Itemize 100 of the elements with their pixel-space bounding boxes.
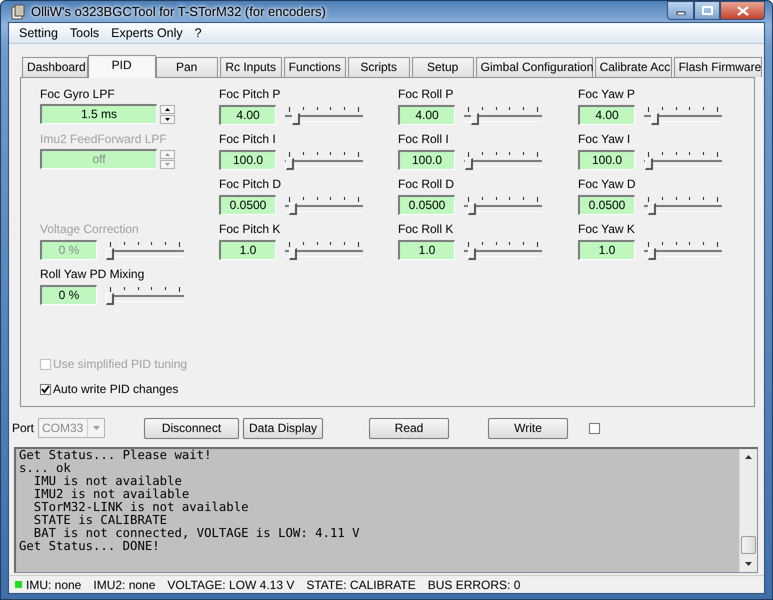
value-field[interactable]: 100.0 — [219, 150, 276, 170]
field-label: Foc Pitch K — [219, 222, 282, 237]
field-label: Foc Yaw I — [578, 132, 632, 147]
app-icon — [11, 4, 25, 20]
checkbox[interactable] — [40, 384, 51, 394]
tab[interactable]: Dashboard — [22, 57, 88, 77]
spin-down-button[interactable] — [160, 114, 175, 124]
action-button[interactable]: Read — [369, 418, 450, 438]
status-text: BUS ERRORS: 0 — [428, 578, 520, 592]
slider[interactable] — [285, 104, 363, 126]
value-field[interactable]: 1.5 ms — [40, 104, 157, 124]
tab[interactable]: Calibrate Acc — [594, 57, 672, 77]
tab[interactable]: Rc Inputs — [220, 57, 282, 77]
slider-thumb[interactable] — [465, 158, 474, 170]
value-field[interactable]: 0.0500 — [578, 195, 635, 215]
caret-down-icon — [92, 426, 100, 430]
status-text: VOLTAGE: LOW 4.13 V — [167, 578, 294, 592]
menu-item[interactable]: Tools — [64, 26, 106, 40]
minimize-button[interactable] — [667, 1, 694, 20]
close-icon — [736, 6, 748, 16]
slider[interactable] — [464, 104, 542, 126]
value-field[interactable]: 100.0 — [578, 150, 635, 170]
status-text: IMU2: none — [93, 578, 156, 592]
caret-down-icon[interactable] — [745, 562, 752, 566]
slider-thumb[interactable] — [286, 158, 294, 170]
log-line: s... ok — [19, 462, 72, 475]
menu-item[interactable]: ? — [188, 26, 208, 40]
log-line: IMU is not available — [32, 475, 183, 488]
maximize-button[interactable] — [694, 1, 720, 20]
action-button[interactable]: Disconnect — [144, 418, 240, 438]
value-field[interactable]: 4.00 — [398, 105, 455, 125]
caret-down-icon — [165, 162, 170, 166]
field-label: Foc Roll K — [398, 222, 454, 237]
slider[interactable] — [644, 104, 722, 126]
slider-thumb[interactable] — [651, 113, 659, 125]
slider-thumb[interactable] — [648, 248, 656, 260]
value-field[interactable]: 0.0500 — [398, 195, 455, 215]
slider-thumb[interactable] — [292, 113, 300, 125]
slider[interactable] — [644, 194, 722, 216]
log-line: STATE is CALIBRATE — [32, 514, 168, 527]
action-button[interactable]: Data Display — [243, 418, 324, 438]
slider[interactable] — [644, 239, 722, 261]
value-field[interactable]: 4.00 — [219, 105, 276, 125]
field-label: Foc Roll D — [398, 177, 456, 192]
slider[interactable] — [106, 239, 184, 261]
value-field[interactable]: 1.0 — [219, 240, 276, 260]
slider-thumb[interactable] — [288, 248, 296, 260]
slider[interactable] — [464, 194, 542, 216]
tab[interactable]: Flash Firmware — [674, 57, 762, 77]
field-label: Foc Gyro LPF — [40, 87, 116, 102]
slider-thumb[interactable] — [648, 203, 656, 215]
slider[interactable] — [285, 239, 363, 261]
caret-up-icon — [165, 108, 170, 110]
field-label: Foc Yaw K — [578, 222, 636, 237]
port-label: Port — [12, 421, 34, 435]
tab[interactable]: Functions — [284, 57, 346, 77]
caret-down-icon — [165, 118, 170, 120]
tab[interactable]: Scripts — [348, 57, 410, 77]
tab[interactable]: Setup — [412, 57, 474, 77]
slider[interactable] — [285, 149, 363, 171]
scrollbar-thumb[interactable] — [741, 536, 756, 554]
scrollbar[interactable] — [739, 449, 757, 572]
value-field[interactable]: 0.0500 — [219, 195, 276, 215]
menu-item[interactable]: Experts Only — [105, 26, 189, 40]
log-line: STorM32-LINK is not available — [32, 501, 250, 514]
slider[interactable] — [285, 194, 363, 216]
log-line: IMU2 is not available — [32, 488, 190, 501]
status-text: IMU: none — [26, 578, 82, 592]
log-line: Get Status... Please wait! — [19, 449, 212, 462]
slider-thumb[interactable] — [468, 248, 476, 260]
slider[interactable] — [464, 149, 542, 171]
value-field[interactable]: 100.0 — [398, 150, 455, 170]
field-label: Foc Yaw D — [578, 177, 637, 192]
slider-thumb[interactable] — [106, 293, 114, 305]
value-field[interactable]: 4.00 — [578, 105, 635, 125]
close-button[interactable] — [720, 1, 765, 20]
slider-thumb[interactable] — [468, 203, 476, 215]
log-line: BAT is not connected, VOLTAGE is LOW: 4.11 V — [32, 527, 361, 540]
slider[interactable] — [106, 284, 184, 306]
slider[interactable] — [644, 149, 722, 171]
action-button[interactable]: Write — [488, 418, 568, 438]
maximize-icon — [702, 6, 712, 15]
field-label: Voltage Correction — [40, 222, 140, 237]
value-field[interactable]: 1.0 — [578, 240, 635, 260]
spin-up-button[interactable] — [160, 104, 175, 114]
checkbox-label: Auto write PID changes — [53, 382, 178, 396]
field-label: Foc Yaw P — [578, 87, 636, 102]
tab[interactable]: PID — [88, 55, 156, 78]
value-field[interactable]: 0 % — [40, 285, 97, 305]
slider-thumb[interactable] — [288, 203, 296, 215]
value-field[interactable]: 1.0 — [398, 240, 455, 260]
window-title: OlliW's o323BGCTool for T-STorM32 (for encoders) — [31, 4, 326, 19]
caret-up-icon[interactable] — [745, 455, 752, 459]
menu-item[interactable]: Setting — [13, 26, 64, 40]
tab[interactable]: Gimbal Configuration — [476, 57, 593, 77]
slider[interactable] — [464, 239, 542, 261]
slider-thumb[interactable] — [645, 158, 654, 170]
tab[interactable]: Pan — [156, 57, 218, 77]
slider-thumb[interactable] — [471, 113, 479, 125]
checkbox[interactable] — [589, 422, 600, 434]
